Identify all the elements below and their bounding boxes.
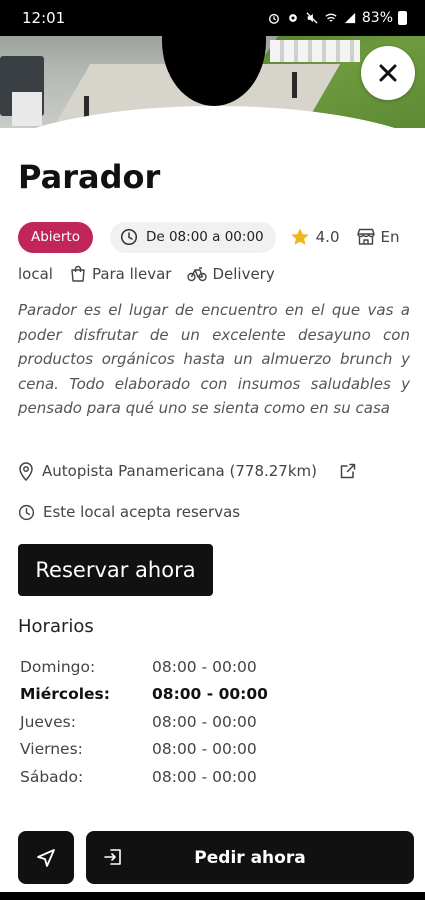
hours-text: De 08:00 a 00:00 xyxy=(145,229,264,245)
service-delivery-label: Delivery xyxy=(212,265,275,283)
reservations-note-row: Este local acepta reservas xyxy=(18,503,240,521)
status-time: 12:01 xyxy=(22,9,66,27)
mute-icon xyxy=(306,12,318,24)
schedule-row-today: Miércoles: 08:00 - 00:00 xyxy=(20,681,280,709)
schedule-day: Sábado: xyxy=(20,767,84,786)
system-nav-bar xyxy=(0,892,425,900)
navigation-arrow-icon xyxy=(37,848,55,867)
location-pin-icon xyxy=(19,462,33,481)
schedule-hours: 08:00 - 00:00 xyxy=(152,712,257,731)
service-delivery: Delivery xyxy=(187,265,275,283)
service-takeaway-label: Para llevar xyxy=(91,265,172,283)
address-text: Autopista Panamericana (778.27km) xyxy=(42,462,318,480)
schedule-day: Domingo: xyxy=(20,657,96,676)
battery-percent: 83% xyxy=(361,10,393,26)
schedule-row: Sábado: 08:00 - 00:00 xyxy=(20,763,280,791)
status-badge: Abierto xyxy=(18,221,93,253)
schedule-hours: 08:00 - 00:00 xyxy=(152,685,268,704)
schedule-day: Miércoles: xyxy=(20,685,110,704)
schedule-table: Domingo: 08:00 - 00:00 Miércoles: 08:00 … xyxy=(20,653,280,791)
clock-icon xyxy=(120,228,138,246)
status-bar: 12:01 83% xyxy=(0,0,425,36)
bike-icon xyxy=(187,267,208,282)
reserve-button[interactable]: Reservar ahora xyxy=(18,544,213,596)
navigate-button[interactable] xyxy=(18,831,74,884)
schedule-row: Viernes: 08:00 - 00:00 xyxy=(20,736,280,764)
schedule-hours: 08:00 - 00:00 xyxy=(152,767,257,786)
service-dine-in-label: En xyxy=(380,228,400,246)
close-button[interactable] xyxy=(361,46,415,100)
reservations-note: Este local acepta reservas xyxy=(43,503,241,521)
rating: 4.0 xyxy=(290,227,340,247)
order-button[interactable]: Pedir ahora xyxy=(86,831,414,884)
store-icon xyxy=(356,228,375,245)
service-takeaway: Para llevar xyxy=(69,265,172,283)
order-button-label: Pedir ahora xyxy=(194,847,306,868)
venue-description: Parador es el lugar de encuentro en el q… xyxy=(18,301,410,417)
signal-icon xyxy=(344,12,356,24)
hours-pill: De 08:00 a 00:00 xyxy=(109,221,276,253)
service-dine-in: En xyxy=(356,228,400,246)
bag-icon xyxy=(71,265,85,282)
star-icon xyxy=(290,228,309,245)
clock-icon xyxy=(18,504,35,520)
schedule-row: Jueves: 08:00 - 00:00 xyxy=(20,708,280,736)
external-link-icon[interactable] xyxy=(339,462,357,480)
schedule-day: Jueves: xyxy=(20,712,76,731)
alarm-icon xyxy=(268,13,279,24)
hero-image xyxy=(0,36,425,128)
battery-icon xyxy=(398,11,407,25)
address-row: Autopista Panamericana (778.27km) xyxy=(18,461,398,481)
venue-meta: Abierto De 08:00 a 00:00 4.0 En local Pa… xyxy=(18,220,410,288)
schedule-row: Domingo: 08:00 - 00:00 xyxy=(20,653,280,681)
close-icon xyxy=(379,64,397,82)
schedule-hours: 08:00 - 00:00 xyxy=(152,657,257,676)
schedule-hours: 08:00 - 00:00 xyxy=(152,740,257,759)
venue-title: Parador xyxy=(18,158,161,196)
service-dine-in-label-cont: local xyxy=(18,265,53,283)
rating-value: 4.0 xyxy=(315,228,340,246)
status-icons: 83% xyxy=(267,10,407,26)
schedule-title: Horarios xyxy=(18,616,94,637)
wifi-icon xyxy=(325,13,337,22)
settings-icon xyxy=(289,14,297,22)
bottom-action-bar: Pedir ahora xyxy=(18,831,414,884)
schedule-day: Viernes: xyxy=(20,740,83,759)
